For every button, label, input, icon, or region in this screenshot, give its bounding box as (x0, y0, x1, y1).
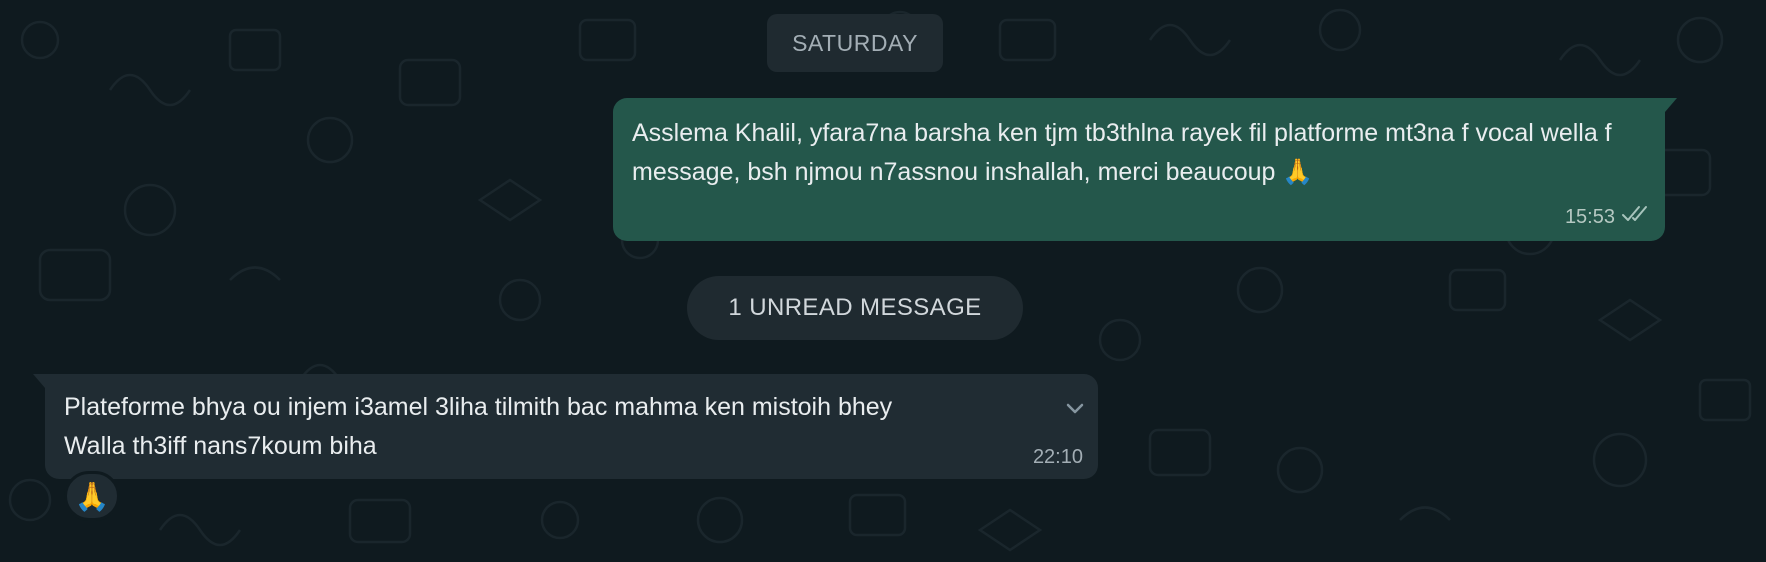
outgoing-message-meta: 15:53 (1565, 204, 1651, 230)
message-time: 15:53 (1564, 205, 1615, 228)
reaction-emoji: 🙏 (74, 480, 110, 512)
incoming-message-line-1: Plateforme bhya ou injem i3amel 3liha ti… (64, 393, 893, 421)
unread-divider: 1 UNREAD MESSAGE (687, 276, 1023, 340)
message-time: 22:10 (1032, 446, 1083, 468)
chevron-down-icon[interactable] (1062, 396, 1088, 422)
double-check-icon (1621, 204, 1651, 230)
outgoing-message[interactable]: Asslema Khalil, yfara7na barsha ken tjm … (613, 98, 1677, 241)
incoming-message-text: Plateforme bhya ou injem i3amel 3liha ti… (64, 388, 1032, 466)
reaction-badge[interactable]: 🙏 (64, 471, 120, 521)
incoming-message-line-2: Walla th3iff nans7koum biha (64, 432, 377, 460)
bubble-tail (33, 374, 45, 388)
bubble-tail (1665, 98, 1677, 112)
incoming-message[interactable]: Plateforme bhya ou injem i3amel 3liha ti… (33, 374, 1098, 479)
date-divider: SATURDAY (767, 14, 943, 72)
outgoing-message-text: Asslema Khalil, yfara7na barsha ken tjm … (632, 119, 1612, 186)
